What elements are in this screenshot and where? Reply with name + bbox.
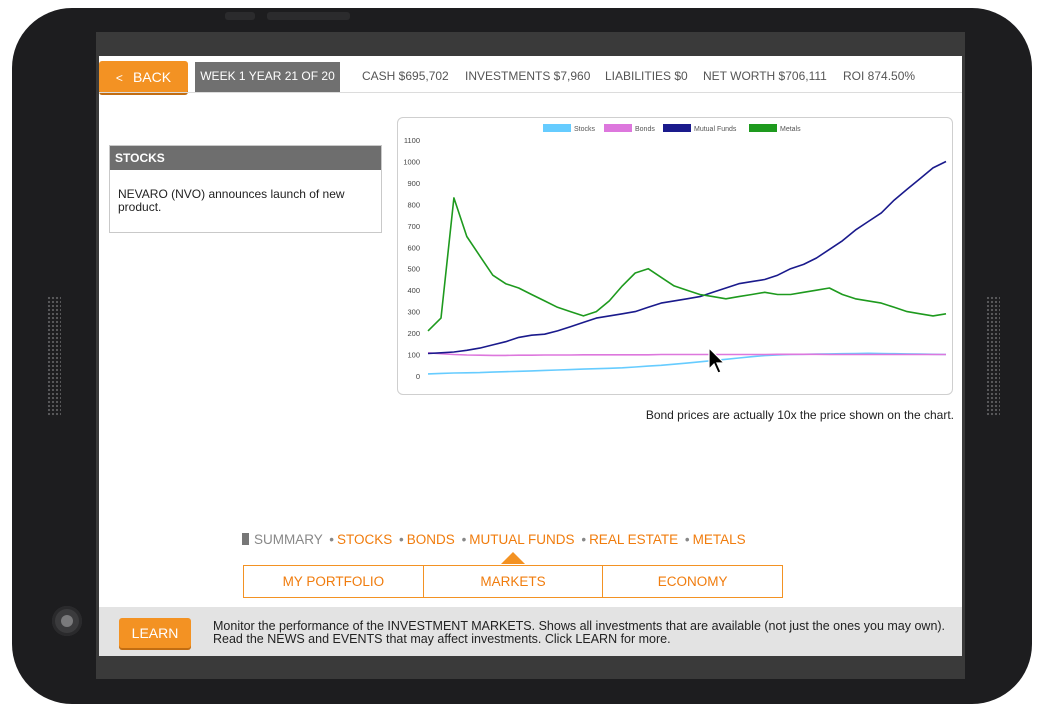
- main-tabs: MY PORTFOLIO MARKETS ECONOMY: [243, 565, 783, 598]
- y-tick-label: 400: [407, 286, 420, 295]
- tab-markets[interactable]: MARKETS: [424, 566, 604, 597]
- legend-swatch: [543, 124, 571, 132]
- news-panel: STOCKS NEVARO (NVO) announces launch of …: [109, 145, 382, 233]
- roi-stat: ROI 874.50%: [843, 69, 916, 83]
- y-tick-label: 900: [407, 179, 420, 188]
- legend-label: Mutual Funds: [694, 126, 737, 133]
- chevron-left-icon: <: [115, 71, 123, 85]
- help-footer: LEARN Monitor the performance of the INV…: [99, 607, 962, 656]
- legend-swatch: [663, 124, 691, 132]
- y-tick-label: 1000: [403, 157, 420, 166]
- nav-separator: •: [461, 532, 467, 547]
- y-tick-label: 600: [407, 243, 420, 252]
- y-tick-label: 100: [407, 351, 420, 360]
- back-button[interactable]: < BACK: [99, 61, 188, 93]
- series-line-stocks: [427, 352, 947, 375]
- y-tick-label: 0: [416, 372, 420, 381]
- y-tick-label: 300: [407, 308, 420, 317]
- market-nav: SUMMARY • STOCKS • BONDS • MUTUAL FUNDS • RE…: [242, 532, 746, 547]
- nav-mutual-funds[interactable]: MUTUAL FUNDS: [469, 532, 574, 547]
- speaker-grill-right: [986, 296, 1000, 416]
- learn-button[interactable]: LEARN: [119, 618, 191, 648]
- footer-help-text: Monitor the performance of the INVESTMEN…: [213, 619, 946, 646]
- investments-stat: INVESTMENTS $7,960: [465, 69, 591, 83]
- nav-separator: •: [684, 532, 690, 547]
- nav-separator: •: [399, 532, 404, 547]
- chart-note: Bond prices are actually 10x the price s…: [645, 408, 954, 422]
- net-worth-stat: NET WORTH $706,111: [703, 69, 827, 83]
- news-text: NEVARO (NVO) announces launch of new pro…: [118, 187, 345, 214]
- cash-stat: CASH $695,702: [362, 69, 449, 83]
- header-divider: [99, 92, 962, 93]
- liabilities-stat: LIABILITIES $0: [605, 69, 688, 83]
- legend-label: Metals: [780, 126, 801, 133]
- tablet-volume-button: [267, 12, 350, 20]
- y-tick-label: 800: [407, 200, 420, 209]
- app-screen: < BACK WEEK 1 YEAR 21 OF 20 CASH $695,702…: [99, 56, 962, 656]
- market-chart: Stocks Bonds Mutual Funds Metals 0 100 200 300…: [397, 117, 953, 395]
- y-tick-label: 700: [407, 222, 420, 231]
- nav-stocks[interactable]: STOCKS: [337, 532, 392, 547]
- active-tab-pointer: [501, 552, 525, 564]
- home-button[interactable]: [52, 606, 82, 636]
- summary-bar-icon: [242, 533, 249, 545]
- nav-separator: •: [581, 532, 587, 547]
- speaker-grill-left: [47, 296, 61, 416]
- y-tick-label: 500: [407, 265, 420, 274]
- series-line-mutual-funds: [427, 160, 947, 355]
- back-button-label: BACK: [132, 69, 172, 85]
- tab-economy[interactable]: ECONOMY: [603, 566, 782, 597]
- y-tick-label: 200: [407, 329, 420, 338]
- chart-svg: Stocks Bonds Mutual Funds Metals 0 100 200 300…: [403, 124, 947, 381]
- nav-separator: •: [329, 532, 335, 547]
- nav-real-estate[interactable]: REAL ESTATE: [589, 532, 678, 547]
- nav-summary[interactable]: SUMMARY: [254, 532, 323, 547]
- legend-swatch: [749, 124, 777, 132]
- tab-my-portfolio[interactable]: MY PORTFOLIO: [244, 566, 424, 597]
- week-badge: WEEK 1 YEAR 21 OF 20: [195, 62, 340, 92]
- y-tick-label: 1100: [404, 136, 420, 145]
- nav-metals[interactable]: METALS: [693, 532, 746, 547]
- mouse-cursor-icon: [708, 347, 726, 374]
- news-title: STOCKS: [110, 146, 381, 170]
- nav-bonds[interactable]: BONDS: [407, 532, 455, 547]
- tablet-side-button: [225, 12, 255, 20]
- legend-swatch: [604, 124, 632, 132]
- legend-label: Stocks: [574, 126, 596, 133]
- legend-label: Bonds: [635, 126, 655, 133]
- series-line-metals: [427, 197, 947, 332]
